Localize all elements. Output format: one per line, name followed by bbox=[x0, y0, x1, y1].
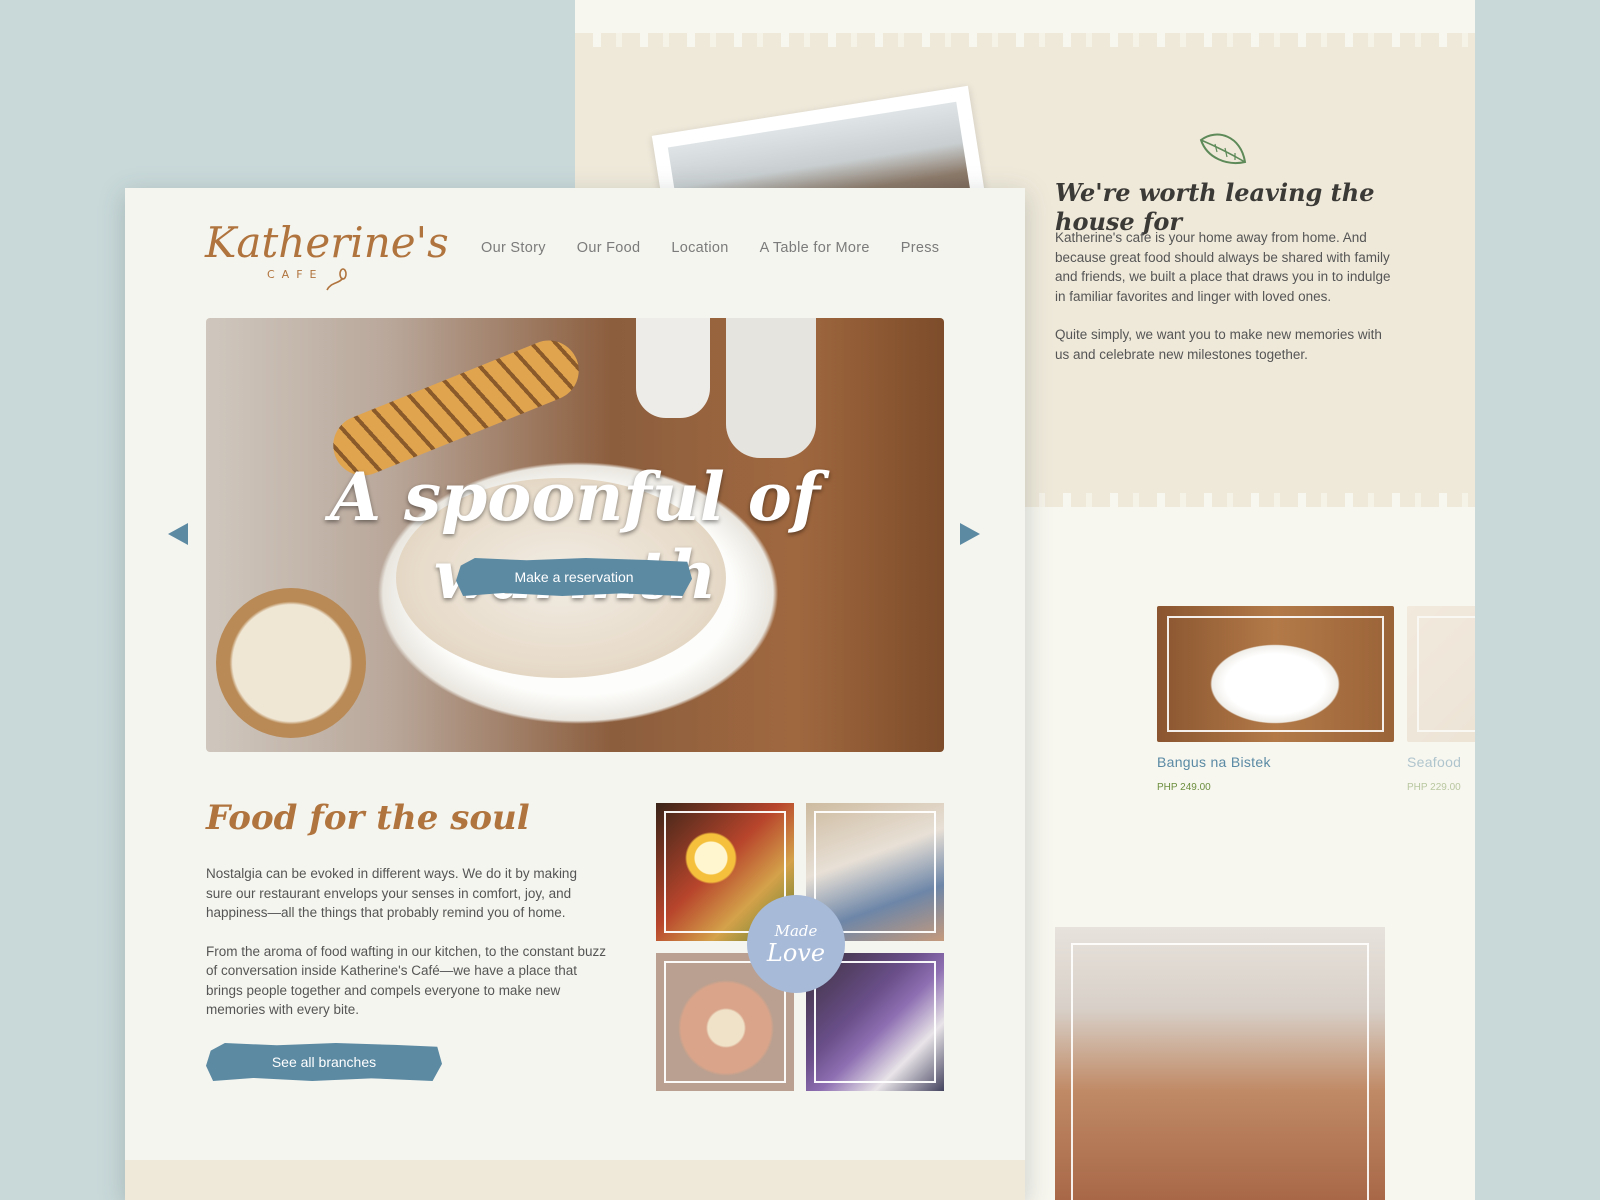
spoon-icon bbox=[326, 268, 347, 291]
food-card[interactable]: Seafood PHP 229.00 bbox=[1407, 606, 1475, 793]
main-nav: Our Story Our Food Location A Table for … bbox=[481, 240, 939, 256]
soul-paragraph-2: From the aroma of food wafting in our ki… bbox=[206, 943, 606, 1018]
food-price: PHP 229.00 bbox=[1407, 782, 1461, 793]
front-page: Katherine's CAFE Our Story Our Food Loca… bbox=[125, 188, 1025, 1200]
nav-location[interactable]: Location bbox=[671, 240, 728, 256]
nav-our-story[interactable]: Our Story bbox=[481, 240, 546, 256]
make-reservation-button[interactable]: Make a reservation bbox=[456, 558, 692, 596]
logo-script: Katherine's bbox=[205, 218, 449, 267]
salt-shaker bbox=[636, 318, 710, 418]
nav-press[interactable]: Press bbox=[901, 240, 940, 256]
photo-gallery: Made Love bbox=[656, 803, 946, 1091]
worth-description: Katherine's cafe is your home away from … bbox=[1055, 228, 1395, 383]
food-image[interactable] bbox=[1407, 606, 1475, 742]
prev-arrow-icon[interactable] bbox=[168, 523, 188, 545]
soul-description: Nostalgia can be evoked in different way… bbox=[206, 864, 606, 1039]
leaf-icon bbox=[1199, 133, 1247, 164]
nav-table-for-more[interactable]: A Table for More bbox=[760, 240, 870, 256]
made-with-love-badge: Made Love bbox=[747, 895, 845, 993]
interior-photo bbox=[1055, 927, 1385, 1200]
nav-our-food[interactable]: Our Food bbox=[577, 240, 641, 256]
soul-paragraph-1: Nostalgia can be evoked in different way… bbox=[206, 866, 577, 920]
worth-paragraph-2: Quite simply, we want you to make new me… bbox=[1055, 327, 1382, 362]
next-arrow-icon[interactable] bbox=[960, 523, 980, 545]
see-all-branches-button[interactable]: See all branches bbox=[206, 1043, 442, 1081]
food-image[interactable] bbox=[1157, 606, 1394, 742]
food-name[interactable]: Seafood bbox=[1407, 754, 1475, 770]
badge-line-1: Made bbox=[774, 922, 818, 940]
food-price: PHP 249.00 bbox=[1157, 782, 1211, 793]
badge-line-2: Love bbox=[766, 939, 826, 967]
food-card[interactable]: Bangus na Bistek PHP 249.00 bbox=[1157, 606, 1394, 793]
hero-banner: A spoonful of warmth Make a reservation bbox=[206, 318, 944, 752]
torn-paper-footer bbox=[125, 1160, 1025, 1200]
worth-paragraph-1: Katherine's cafe is your home away from … bbox=[1055, 230, 1391, 304]
food-name[interactable]: Bangus na Bistek bbox=[1157, 754, 1394, 770]
logo[interactable]: Katherine's CAFE bbox=[205, 218, 449, 300]
pepper-shaker bbox=[726, 318, 816, 458]
soul-heading: Food for the soul bbox=[206, 798, 530, 838]
